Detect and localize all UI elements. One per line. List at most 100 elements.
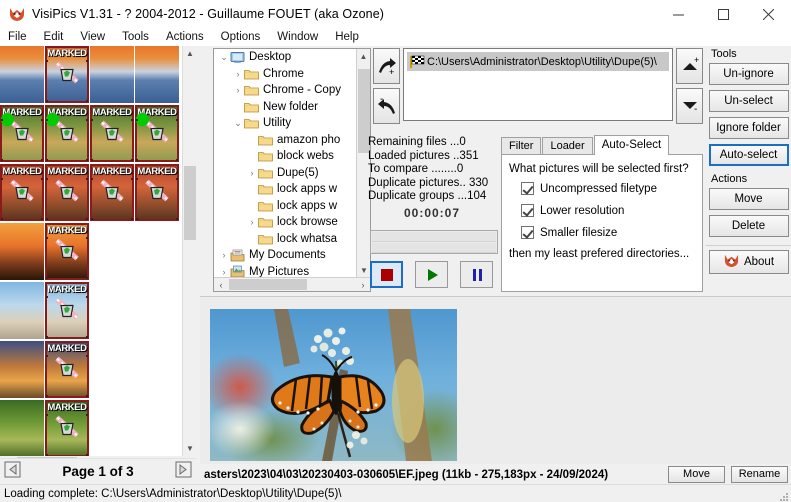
menu-item-window[interactable]: Window — [277, 31, 318, 43]
resize-grip-icon[interactable] — [777, 489, 789, 501]
menu-item-file[interactable]: File — [8, 31, 27, 43]
tree-node-block-webs[interactable]: block webs — [214, 148, 356, 165]
tab-auto-select[interactable]: Auto-Select — [594, 135, 669, 155]
thumbnail-item[interactable]: MARKED — [135, 164, 179, 221]
menu-item-actions[interactable]: Actions — [166, 31, 204, 43]
stop-button[interactable] — [370, 261, 403, 288]
tree-hscroll-left-icon[interactable]: ‹ — [214, 280, 228, 290]
close-button[interactable] — [746, 0, 791, 28]
thumbnail-item[interactable]: MARKED — [45, 164, 89, 221]
un-ignore-button[interactable]: Un-ignore — [709, 63, 789, 85]
tree-node-dupe-5[interactable]: ›Dupe(5) — [214, 165, 356, 182]
about-button[interactable]: About — [709, 250, 789, 274]
thumbnail-panel[interactable]: MARKEDMARKEDMARKEDMARKEDMARKEDMARKEDMARK… — [0, 46, 196, 456]
checkbox-icon[interactable] — [521, 226, 534, 239]
option-uncompressed-filetype[interactable]: Uncompressed filetype — [521, 182, 702, 195]
thumbnail-vertical-scrollbar[interactable]: ▲ ▼ — [182, 46, 196, 456]
tree-scroll-up-icon[interactable]: ▲ — [357, 49, 370, 63]
add-folder-button[interactable]: + — [373, 48, 400, 84]
thumbnail-item[interactable] — [0, 400, 44, 456]
path-entry-row[interactable]: C:\Users\Administrator\Desktop\Utility\D… — [407, 52, 669, 71]
tree-node-utility[interactable]: ⌄Utility — [214, 115, 356, 132]
thumbnail-item[interactable]: MARKED — [90, 164, 134, 221]
thumbnail-item[interactable]: MARKED — [0, 105, 44, 162]
option-smaller-filesize[interactable]: Smaller filesize — [521, 226, 702, 239]
scroll-thumb[interactable] — [184, 166, 196, 240]
chevron-down-icon[interactable]: ⌄ — [232, 118, 244, 129]
thumbnail-item[interactable]: MARKED — [45, 341, 89, 398]
preview-rename-button[interactable]: Rename — [731, 466, 788, 483]
scroll-down-icon[interactable]: ▼ — [183, 441, 197, 456]
thumbnail-item[interactable]: MARKED — [0, 164, 44, 221]
thumbnail-item[interactable]: MARKED — [90, 105, 134, 162]
tree-horizontal-scrollbar[interactable]: ‹ › — [214, 277, 370, 291]
marked-badge: MARKED — [45, 402, 89, 413]
minimize-button[interactable] — [656, 0, 701, 28]
preview-image[interactable] — [210, 309, 457, 461]
pause-button[interactable] — [460, 261, 493, 288]
chevron-right-icon[interactable]: › — [232, 85, 244, 95]
tree-node-lock-browse[interactable]: ›lock browse — [214, 214, 356, 231]
thumbnail-item[interactable] — [135, 46, 179, 103]
remove-folder-button[interactable]: - — [373, 88, 400, 124]
menu-item-edit[interactable]: Edit — [44, 31, 64, 43]
scroll-up-icon[interactable]: ▲ — [183, 46, 197, 61]
chevron-right-icon[interactable]: › — [232, 69, 244, 79]
thumbnail-item[interactable]: MARKED — [45, 46, 89, 103]
tab-loader[interactable]: Loader — [542, 137, 592, 155]
tree-node-desktop[interactable]: ⌄Desktop — [214, 49, 356, 66]
thumbnail-item[interactable] — [0, 282, 44, 339]
move-action-button[interactable]: Move — [709, 188, 789, 210]
thumbnail-item[interactable]: MARKED — [135, 105, 179, 162]
tree-node-lock-apps-w[interactable]: lock apps w — [214, 181, 356, 198]
selected-paths-list[interactable]: C:\Users\Administrator\Desktop\Utility\D… — [403, 48, 673, 121]
tree-node-lock-apps-w[interactable]: lock apps w — [214, 198, 356, 215]
page-back-icon[interactable] — [4, 461, 21, 483]
recycle-bin-icon — [9, 179, 35, 208]
path-entry-text: C:\Users\Administrator\Desktop\Utility\D… — [427, 56, 657, 68]
option-lower-resolution[interactable]: Lower resolution — [521, 204, 702, 217]
tree-node-new-folder[interactable]: New folder — [214, 99, 356, 116]
play-button[interactable] — [415, 261, 448, 288]
tree-node-amazon-pho[interactable]: amazon pho — [214, 132, 356, 149]
chevron-down-icon[interactable]: ⌄ — [218, 52, 230, 63]
checkbox-icon[interactable] — [521, 182, 534, 195]
maximize-button[interactable] — [701, 0, 746, 28]
move-path-up-button[interactable]: + — [676, 48, 703, 84]
folder-tree[interactable]: ⌄Desktop›Chrome›Chrome - CopyNew folder⌄… — [213, 48, 371, 292]
un-select-button[interactable]: Un-select — [709, 90, 789, 112]
thumbnail-item[interactable]: MARKED — [45, 282, 89, 339]
thumbnail-item[interactable]: MARKED — [45, 223, 89, 280]
menu-item-tools[interactable]: Tools — [122, 31, 149, 43]
delete-action-button[interactable]: Delete — [709, 215, 789, 237]
tree-node-chrome[interactable]: ›Chrome — [214, 66, 356, 83]
preview-move-button[interactable]: Move — [668, 466, 725, 483]
tree-node-my-pictures[interactable]: ›My Pictures — [214, 264, 356, 278]
tree-node-lock-whatsa[interactable]: lock whatsa — [214, 231, 356, 248]
chevron-right-icon[interactable]: › — [246, 168, 258, 178]
tree-hscroll-right-icon[interactable]: › — [356, 280, 370, 290]
thumbnail-grid: MARKEDMARKEDMARKEDMARKEDMARKEDMARKEDMARK… — [0, 46, 182, 456]
chevron-right-icon[interactable]: › — [246, 217, 258, 227]
tree-node-chrome-copy[interactable]: ›Chrome - Copy — [214, 82, 356, 99]
tree-hscroll-thumb[interactable] — [229, 279, 307, 290]
menu-item-view[interactable]: View — [80, 31, 105, 43]
thumbnail-item[interactable] — [0, 223, 44, 280]
tree-node-my-documents[interactable]: ›My Documents — [214, 247, 356, 264]
chevron-right-icon[interactable]: › — [218, 250, 230, 260]
tree-scroll-down-icon[interactable]: ▼ — [357, 263, 371, 277]
chevron-right-icon[interactable]: › — [218, 267, 230, 277]
menu-item-help[interactable]: Help — [335, 31, 359, 43]
move-path-down-button[interactable]: - — [676, 88, 703, 124]
thumbnail-item[interactable] — [90, 46, 134, 103]
tab-filter[interactable]: Filter — [501, 137, 541, 155]
ignore-folder-button[interactable]: Ignore folder — [709, 117, 789, 139]
auto-select-button[interactable]: Auto-select — [709, 144, 789, 166]
menu-item-options[interactable]: Options — [221, 31, 261, 43]
thumbnail-item[interactable]: MARKED — [45, 400, 89, 456]
thumbnail-item[interactable]: MARKED — [45, 105, 89, 162]
page-forward-icon[interactable] — [175, 461, 192, 483]
checkbox-icon[interactable] — [521, 204, 534, 217]
thumbnail-item[interactable] — [0, 341, 44, 398]
thumbnail-item[interactable] — [0, 46, 44, 103]
